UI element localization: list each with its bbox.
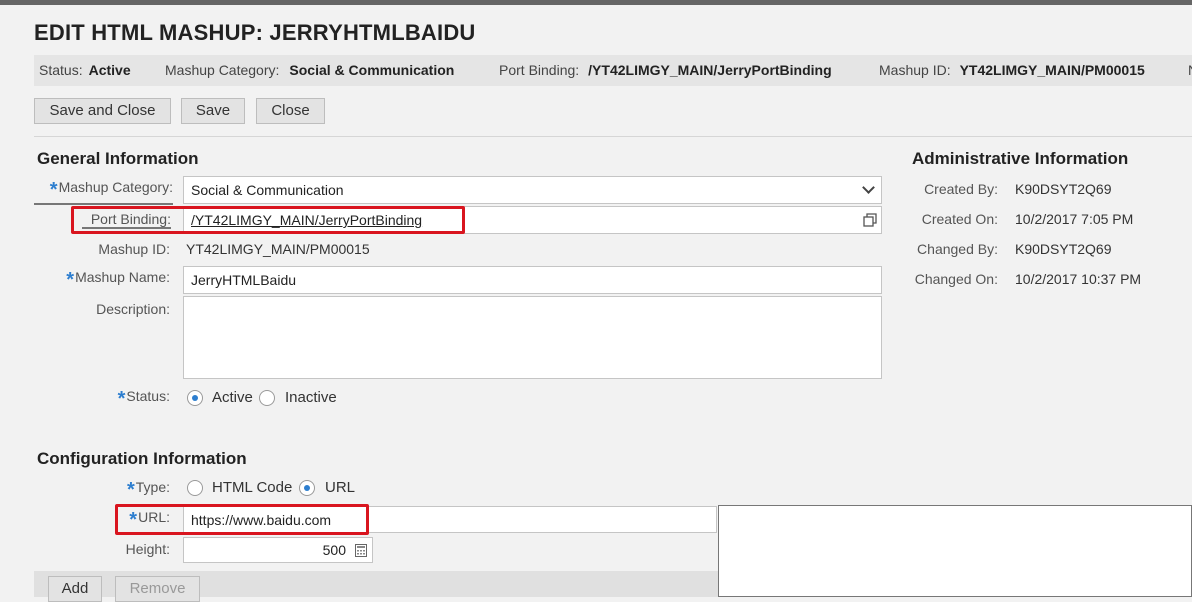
category-value: Social & Communication	[289, 62, 455, 78]
page-title: EDIT HTML MASHUP: JERRYHTMLBAIDU	[34, 20, 476, 45]
port-binding-summary: Port Binding: /YT42LIMGY_MAIN/JerryPortBi…	[499, 62, 832, 78]
general-information-title: General Information	[37, 149, 199, 168]
port-binding-highlight	[71, 206, 465, 234]
status-label: *Status:	[34, 388, 170, 411]
mashup-id-label: Mashup ID:	[879, 62, 951, 78]
open-value-help-icon[interactable]	[863, 213, 877, 227]
add-button[interactable]: Add	[48, 576, 102, 602]
height-label: Height:	[125, 541, 170, 557]
changed-on-label: Changed On:	[914, 271, 998, 287]
type-url-radio[interactable]	[299, 480, 315, 496]
required-icon: *	[49, 179, 58, 201]
mashup-name-input[interactable]: JerryHTMLBaidu	[183, 266, 882, 294]
required-icon: *	[126, 479, 135, 501]
url-highlight	[115, 504, 369, 535]
created-on-value: 10/2/2017 7:05 PM	[1015, 211, 1134, 227]
remove-button[interactable]: Remove	[115, 576, 200, 602]
mashup-id-value: YT42LIMGY_MAIN/PM00015	[186, 241, 370, 257]
mashup-name-label: *Mashup Name:	[34, 269, 170, 292]
mashup-category-select[interactable]: Social & Communication	[183, 176, 882, 204]
port-binding-value: /YT42LIMGY_MAIN/JerryPortBinding	[588, 62, 832, 78]
description-label: Description:	[96, 301, 170, 317]
type-label: *Type:	[34, 479, 170, 502]
port-binding-label: Port Binding:	[499, 62, 580, 78]
height-input[interactable]: 500	[183, 537, 373, 563]
category-label: Mashup Category:	[165, 62, 280, 78]
status-inactive-radio[interactable]	[259, 390, 275, 406]
changed-by-label: Changed By:	[917, 241, 998, 257]
mashup-category-value: Social & Communication	[191, 182, 344, 198]
configuration-information-title: Configuration Information	[37, 449, 247, 468]
status-summary: Status: Active	[39, 62, 131, 78]
status-inactive-label[interactable]: Inactive	[285, 389, 337, 406]
status-bar-overflow: N	[1188, 62, 1192, 78]
status-bar: Status: Active Mashup Category: Social & C…	[34, 55, 1192, 86]
toolbar-divider	[34, 136, 1192, 137]
changed-on-value: 10/2/2017 10:37 PM	[1015, 271, 1142, 287]
chevron-down-icon[interactable]	[862, 181, 875, 194]
created-by-label: Created By:	[924, 181, 998, 197]
mashup-id-label: Mashup ID:	[98, 241, 170, 257]
created-by-value: K90DSYT2Q69	[1015, 181, 1112, 197]
status-label: Status:	[39, 62, 83, 78]
height-value: 500	[322, 542, 346, 558]
created-on-label: Created On:	[921, 211, 998, 227]
category-summary: Mashup Category: Social & Communication	[165, 62, 454, 78]
mashup-category-label-text: Mashup Category:	[58, 179, 173, 195]
mashup-id-summary: Mashup ID: YT42LIMGY_MAIN/PM00015	[879, 62, 1145, 78]
type-label-text: Type:	[135, 479, 170, 495]
mashup-id-value: YT42LIMGY_MAIN/PM00015	[959, 62, 1145, 78]
mashup-name-label-text: Mashup Name:	[75, 269, 170, 285]
calculator-icon[interactable]	[355, 544, 367, 557]
type-html-code-radio[interactable]	[187, 480, 203, 496]
status-active-label[interactable]: Active	[212, 389, 253, 406]
changed-by-value: K90DSYT2Q69	[1015, 241, 1112, 257]
close-button[interactable]: Close	[256, 98, 325, 124]
type-url-label[interactable]: URL	[325, 479, 355, 496]
type-html-code-label[interactable]: HTML Code	[212, 479, 292, 496]
required-icon: *	[117, 388, 126, 410]
window-top-bar	[0, 0, 1192, 5]
status-value: Active	[88, 62, 131, 78]
description-textarea[interactable]	[183, 296, 882, 379]
required-icon: *	[66, 269, 75, 291]
save-button[interactable]: Save	[181, 98, 245, 124]
status-label-text: Status:	[126, 388, 170, 404]
url-preview-frame[interactable]	[718, 505, 1192, 597]
mashup-category-label: *Mashup Category:	[34, 179, 173, 205]
administrative-information-title: Administrative Information	[912, 149, 1129, 168]
save-and-close-button[interactable]: Save and Close	[34, 98, 171, 124]
status-active-radio[interactable]	[187, 390, 203, 406]
